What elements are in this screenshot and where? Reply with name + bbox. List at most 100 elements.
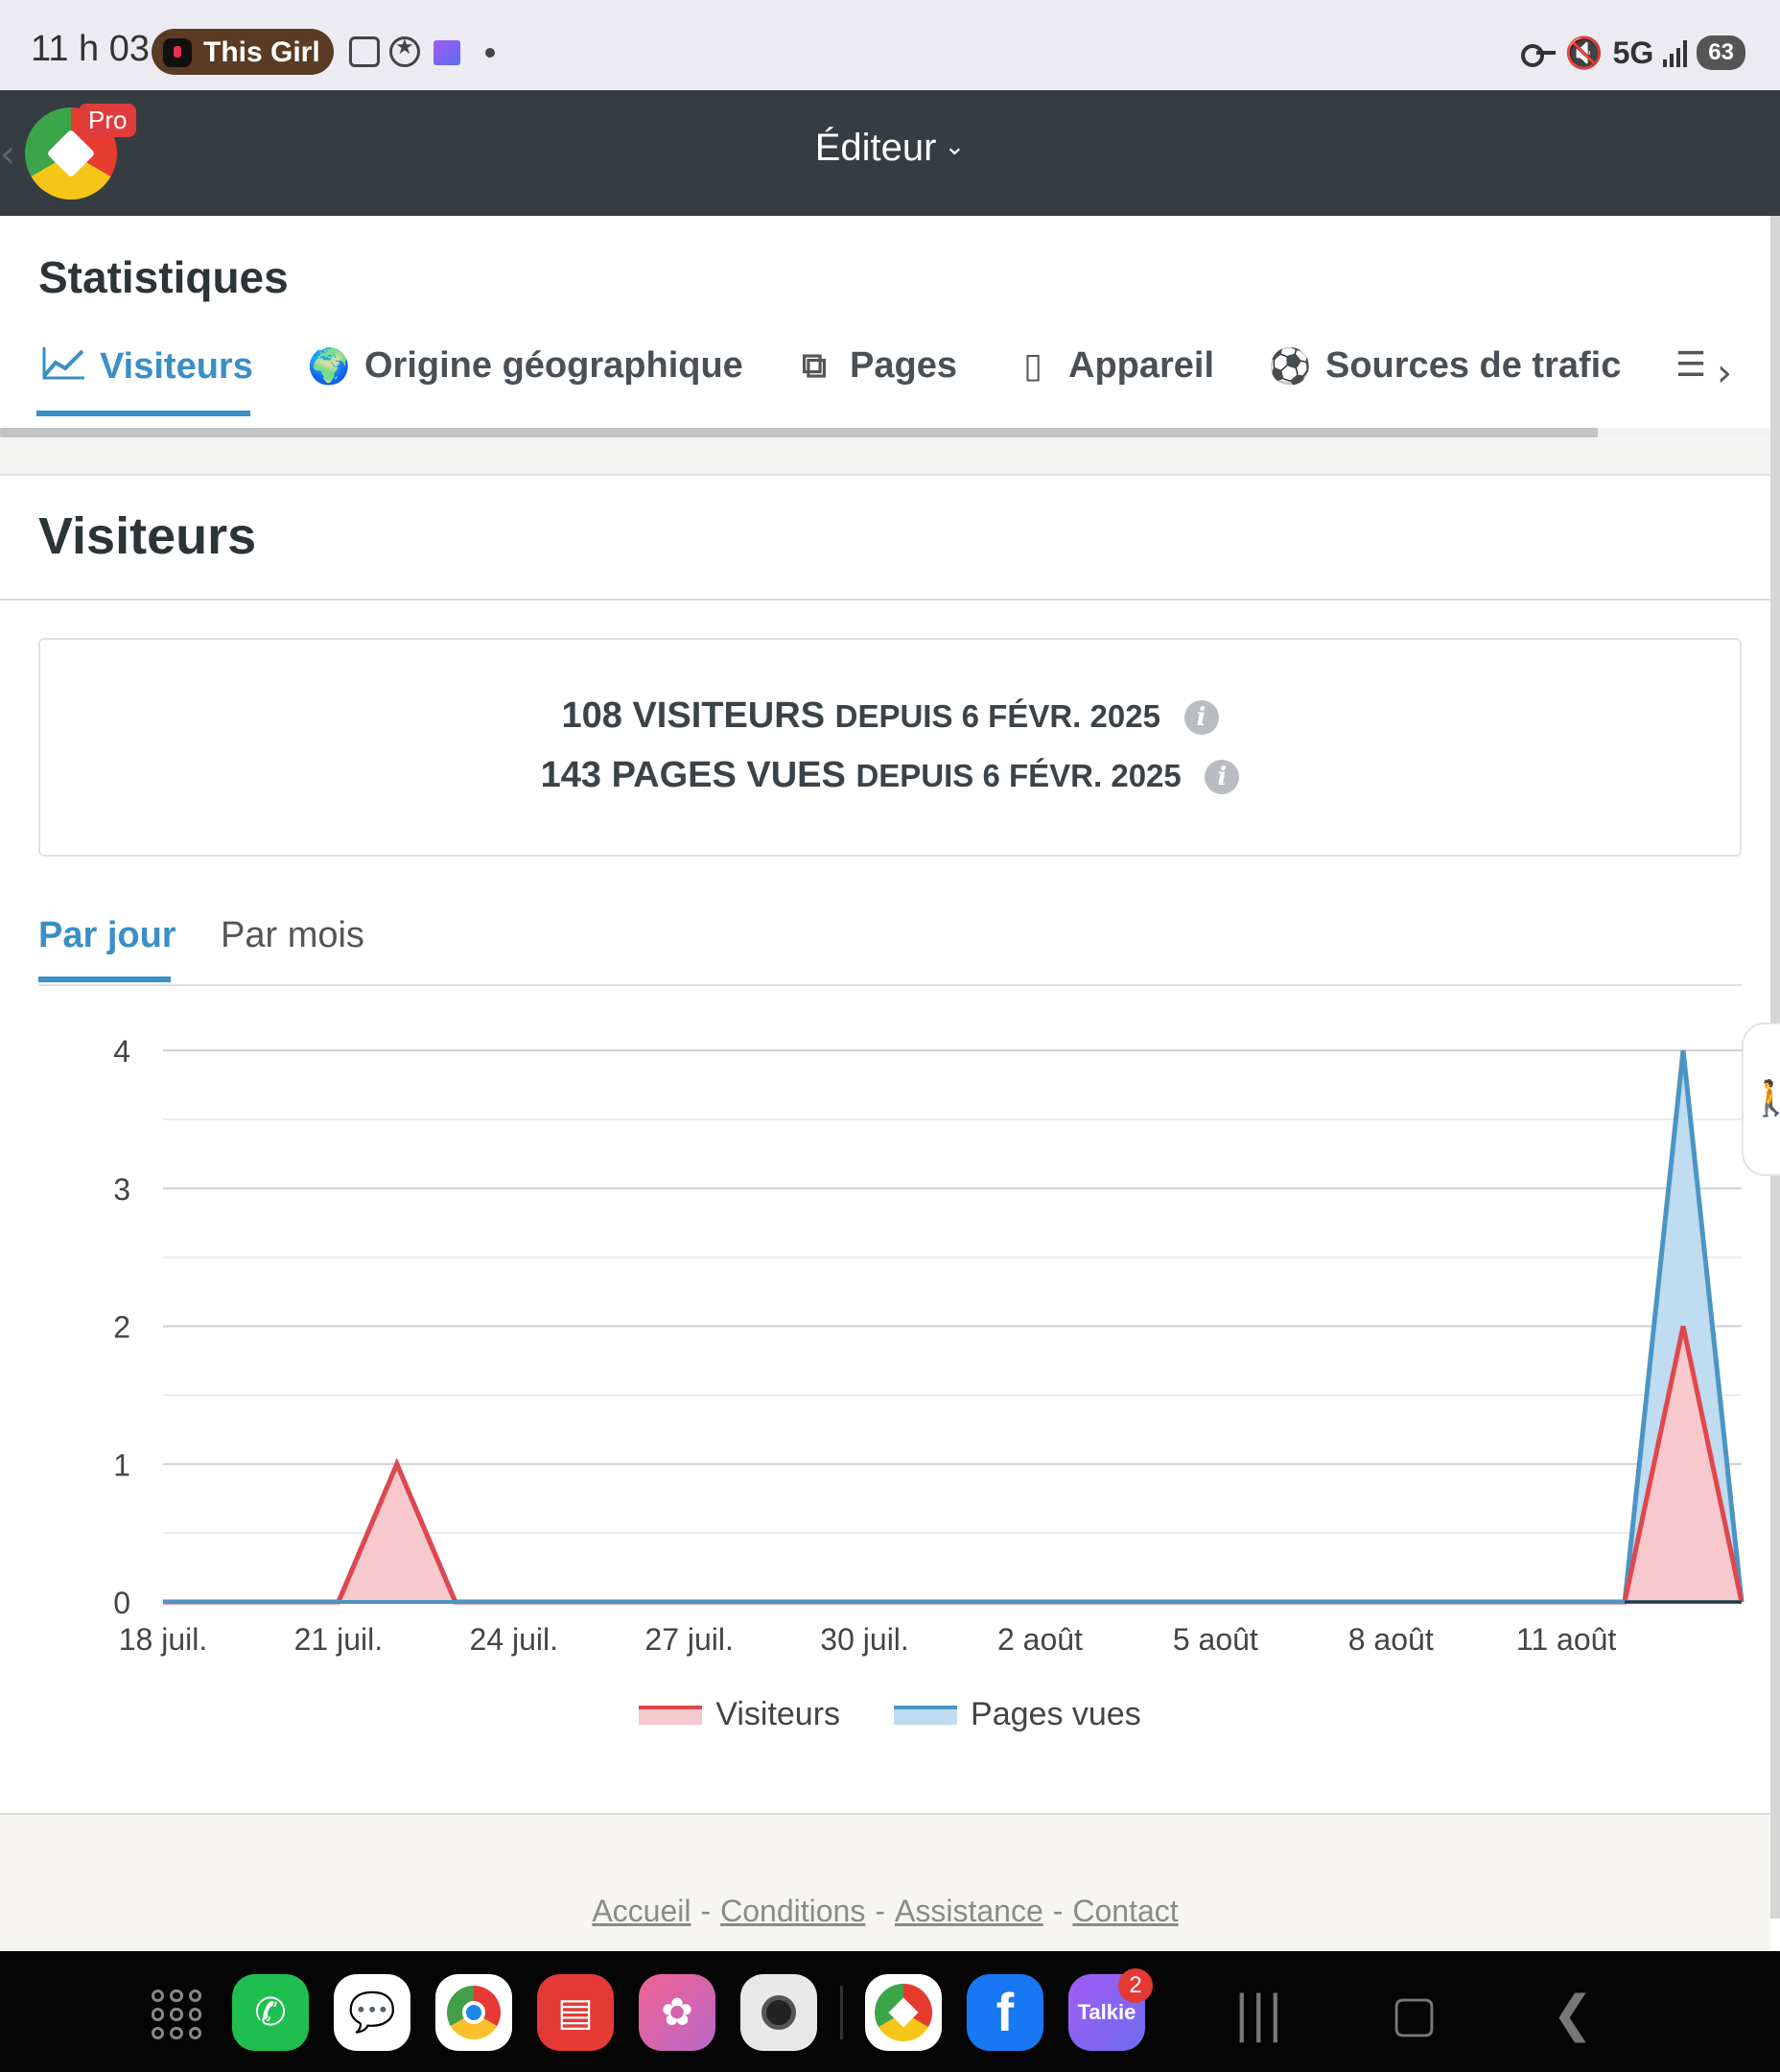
chrome-app-icon[interactable] xyxy=(435,1974,512,2051)
summary-box: 108 VISITEURS DEPUIS 6 FÉVR. 2025 i 143 … xyxy=(38,638,1742,857)
legend-swatch-pages-vues xyxy=(894,1705,958,1725)
notification-badge: 2 xyxy=(1118,1968,1153,2003)
legend-item-visiteurs[interactable]: Visiteurs xyxy=(639,1696,840,1733)
vpn-key-icon xyxy=(1520,42,1556,67)
tabs-scroll-right-icon[interactable]: › xyxy=(1717,351,1732,395)
network-type: 5G xyxy=(1612,35,1654,70)
y-tick-label: 3 xyxy=(113,1172,130,1207)
legend-item-pages-vues[interactable]: Pages vues xyxy=(894,1696,1141,1733)
pageviews-summary: 143 PAGES VUES DEPUIS 6 FÉVR. 2025 i xyxy=(40,755,1740,796)
tab-pages[interactable]: ⧉ Pages xyxy=(792,345,957,387)
visitors-since: DEPUIS 6 FÉVR. 2025 xyxy=(834,698,1160,734)
footer-separator: - xyxy=(700,1894,712,1928)
media-pill[interactable]: This Girl xyxy=(152,29,334,75)
tab-label: Pages xyxy=(850,345,957,386)
y-tick-label: 4 xyxy=(113,1034,130,1069)
app-header: ‹ Pro Éditeur ⌄ xyxy=(0,90,1780,216)
status-right: 🔇 5G 63 xyxy=(1520,33,1745,73)
y-tick-label: 2 xyxy=(113,1310,130,1345)
y-tick-label: 1 xyxy=(113,1448,130,1482)
active-subtab-indicator xyxy=(38,977,171,982)
facebook-app-icon[interactable]: f xyxy=(967,1974,1043,2051)
tab-sources-de-trafic[interactable]: ⚽ Sources de trafic xyxy=(1268,345,1622,387)
x-tick-label: 2 août xyxy=(997,1622,1083,1657)
section-divider xyxy=(0,437,1770,476)
tab-appareil[interactable]: ▯ Appareil xyxy=(1011,345,1214,387)
tab-label: Visiteurs xyxy=(100,346,253,387)
info-icon[interactable]: i xyxy=(1205,760,1240,794)
line-chart-icon xyxy=(42,345,86,388)
dock-separator xyxy=(840,1986,843,2039)
status-time: 11 h 03 xyxy=(31,29,150,69)
footer-link-contact[interactable]: Contact xyxy=(1072,1894,1178,1928)
mobile-icon: ▯ xyxy=(1023,346,1042,386)
tab-par-jour[interactable]: Par jour xyxy=(38,915,176,956)
recents-nav-icon[interactable]: ||| xyxy=(1233,1986,1284,2043)
x-tick-label: 30 juil. xyxy=(820,1622,909,1657)
visitors-summary: 108 VISITEURS DEPUIS 6 FÉVR. 2025 i xyxy=(40,695,1740,737)
pageviews-count: 143 PAGES VUES xyxy=(540,755,846,795)
chevron-down-icon: ⌄ xyxy=(944,132,966,161)
tab-label: Sources de trafic xyxy=(1325,345,1622,386)
tab-partial-next[interactable]: ☰ xyxy=(1669,345,1713,385)
info-icon[interactable]: i xyxy=(1183,700,1219,735)
editor-menu-label: Éditeur xyxy=(814,127,937,169)
accessibility-icon: 🚶 xyxy=(1749,1079,1780,1118)
x-tick-label: 21 juil. xyxy=(294,1622,384,1657)
globe-icon: 🌍 xyxy=(307,346,351,387)
active-tab-indicator xyxy=(36,411,250,416)
legend-label: Pages vues xyxy=(971,1696,1141,1732)
tiktok-icon xyxy=(163,38,192,67)
signal-icon xyxy=(1663,38,1688,67)
x-tick-label: 27 juil. xyxy=(644,1622,734,1657)
accessibility-button[interactable]: 🚶 xyxy=(1742,1023,1780,1176)
notes-app-icon[interactable]: ▤ xyxy=(537,1974,614,2051)
chart-legend: Visiteurs Pages vues xyxy=(0,1696,1780,1733)
phone-app-icon[interactable]: ✆ xyxy=(232,1974,309,2051)
footer-link-accueil[interactable]: Accueil xyxy=(592,1894,691,1928)
notification-app-icon xyxy=(433,40,460,65)
section-title: Visiteurs xyxy=(38,507,257,565)
y-tick-label: 0 xyxy=(113,1586,130,1620)
footer: Accueil - Conditions - Assistance - Contact xyxy=(0,1815,1770,1951)
mute-icon: 🔇 xyxy=(1564,35,1604,71)
legend-label: Visiteurs xyxy=(715,1696,841,1732)
footer-link-conditions[interactable]: Conditions xyxy=(720,1894,865,1928)
visitors-chart: 0 1 2 3 4 18 juil. 21 juil. 24 juil. 27 juil. 30 … xyxy=(0,1017,1780,1746)
footer-links: Accueil - Conditions - Assistance - Contact xyxy=(0,1894,1770,1929)
media-pill-label: This Girl xyxy=(203,36,320,68)
footer-link-assistance[interactable]: Assistance xyxy=(895,1894,1043,1928)
tabs-scrollbar[interactable] xyxy=(0,428,1598,437)
traffic-icon: ⚽ xyxy=(1268,346,1312,387)
status-bar: 11 h 03 This Girl 🔇 5G 63 xyxy=(0,0,1780,90)
messages-app-icon[interactable]: 💬 xyxy=(334,1974,410,2051)
screenshot-icon xyxy=(349,36,380,67)
editor-menu-button[interactable]: Éditeur ⌄ xyxy=(0,127,1780,170)
period-tabs: Par jour Par mois xyxy=(38,909,1742,986)
tab-origine-geographique[interactable]: 🌍 Origine géographique xyxy=(307,345,743,387)
gallery-app-icon[interactable]: ✿ xyxy=(639,1974,715,2051)
page-title: Statistiques xyxy=(38,252,289,302)
footer-separator: - xyxy=(875,1894,885,1928)
document-icon: ☰ xyxy=(1675,345,1707,385)
camera-app-icon[interactable] xyxy=(740,1974,817,2051)
tab-label: Origine géographique xyxy=(364,345,743,386)
sitebuilder-app-icon[interactable] xyxy=(865,1974,942,2051)
app-drawer-icon[interactable] xyxy=(152,1990,201,2039)
tab-label: Appareil xyxy=(1068,345,1215,386)
back-nav-icon[interactable]: ❮ xyxy=(1552,1986,1594,2043)
legend-swatch-visiteurs xyxy=(639,1705,703,1725)
app-dock: ✆ 💬 ▤ ✿ f Talkie ||| ▢ ❮ xyxy=(0,1951,1780,2072)
x-tick-label: 11 août xyxy=(1516,1622,1617,1657)
pages-icon: ⧉ xyxy=(802,345,827,386)
visitors-count: 108 VISITEURS xyxy=(561,695,826,736)
x-tick-label: 18 juil. xyxy=(119,1622,208,1657)
footer-separator: - xyxy=(1052,1894,1064,1928)
tab-visiteurs[interactable]: Visiteurs xyxy=(42,345,253,388)
x-tick-label: 24 juil. xyxy=(470,1622,559,1657)
battery-level: 63 xyxy=(1697,35,1745,70)
star-icon xyxy=(389,35,420,67)
chart-svg: 0 1 2 3 4 18 juil. 21 juil. 24 juil. 27 juil. 30 … xyxy=(113,1034,1745,1657)
home-nav-icon[interactable]: ▢ xyxy=(1391,1986,1438,2043)
tab-par-mois[interactable]: Par mois xyxy=(221,915,364,956)
